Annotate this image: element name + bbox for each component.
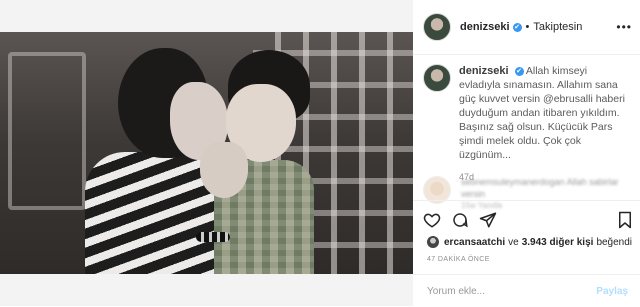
post-photo <box>0 32 413 274</box>
follow-status-button[interactable]: Takiptesin <box>533 21 582 33</box>
caption-verified-badge-icon: ✔ <box>514 67 524 76</box>
liker-username[interactable]: ercansaatchi <box>444 237 505 248</box>
comment-text: sebnemsuleymanerdogan Allah sabirlar ver… <box>461 177 619 199</box>
heart-icon[interactable] <box>423 211 441 229</box>
photo-frame <box>0 0 413 306</box>
bookmark-icon[interactable] <box>616 211 634 229</box>
caption-text-block: denizseki ✔ Allah kimseyi evladıyla sınam… <box>459 64 631 162</box>
action-bar <box>413 200 640 241</box>
comment-box: Paylaş <box>413 274 640 307</box>
header-separator: • <box>525 21 530 33</box>
photo-bracelet <box>196 232 230 242</box>
photo-background-chair <box>8 52 86 210</box>
post-comment-button[interactable]: Paylaş <box>596 286 628 297</box>
verified-badge-icon: ✔ <box>512 22 522 32</box>
caption-username[interactable]: denizseki <box>459 65 509 77</box>
caption: denizseki ✔ Allah kimseyi evladıyla sınam… <box>423 64 631 182</box>
post-image[interactable] <box>0 0 413 306</box>
likes-conjunction: ve <box>508 236 519 248</box>
post-header: denizseki ✔ • Takiptesin ••• <box>413 0 640 55</box>
author-avatar[interactable] <box>423 13 451 41</box>
liker-avatar[interactable] <box>427 236 439 248</box>
photo-hand <box>200 142 248 198</box>
likes-summary: ercansaatchi ve 3.943 diğer kişi beğendi <box>427 236 635 248</box>
author-username[interactable]: denizseki <box>460 21 510 33</box>
caption-text: Allah kimseyi evladıyla sınamasın. Allah… <box>459 65 625 161</box>
comment-icon[interactable] <box>451 211 469 229</box>
caption-avatar[interactable] <box>423 64 451 92</box>
likes-suffix: beğendi <box>596 236 633 248</box>
likes-others-count[interactable]: 3.943 diğer kişi <box>522 237 594 248</box>
comment-input[interactable] <box>425 284 589 298</box>
post-timestamp[interactable]: 47 DAKİKA ÖNCE <box>427 256 490 263</box>
more-options-icon[interactable]: ••• <box>616 20 632 34</box>
paper-plane-icon[interactable] <box>479 211 497 229</box>
post-sidebar: denizseki ✔ • Takiptesin ••• denizseki ✔ … <box>413 0 640 306</box>
